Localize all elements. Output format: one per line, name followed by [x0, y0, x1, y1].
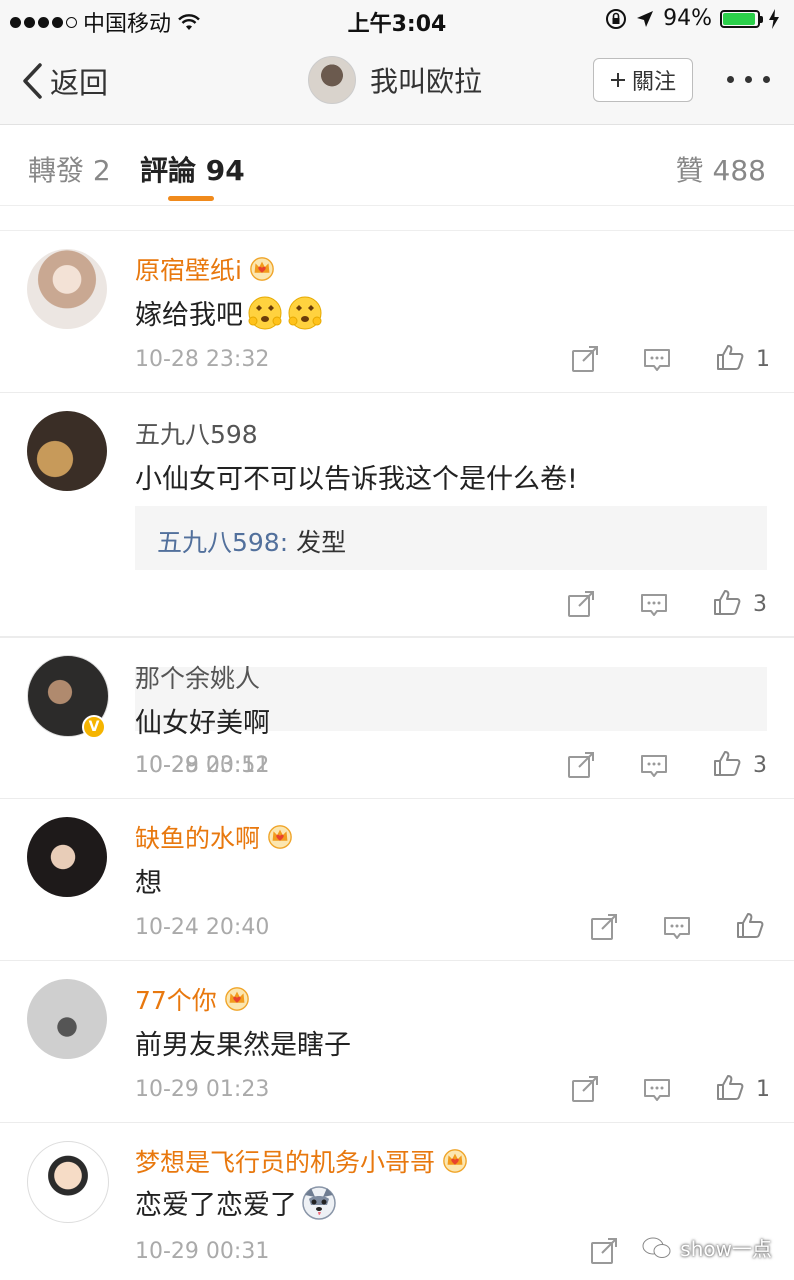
comment-author[interactable]: 五九八598	[135, 415, 258, 451]
avatar[interactable]	[27, 817, 107, 897]
comment-text: 嫁给我吧	[135, 293, 323, 332]
tab-likes[interactable]: 贊 488	[676, 149, 766, 189]
share-icon[interactable]	[590, 1237, 618, 1265]
follow-label: 關注	[631, 70, 676, 95]
back-label: 返回	[50, 66, 109, 100]
comment-text: 小仙女可不可以告诉我这个是什么卷!	[135, 464, 578, 495]
avatar[interactable]	[27, 411, 107, 491]
rotation-lock-icon	[606, 8, 627, 29]
more-options-icon[interactable]	[727, 76, 770, 83]
reply-icon[interactable]	[643, 345, 671, 373]
page-title: 我叫欧拉	[370, 65, 483, 98]
avatar[interactable]	[27, 979, 107, 1059]
husky-emoji-icon	[302, 1185, 336, 1220]
reply-icon[interactable]	[663, 913, 691, 941]
comment-time: 10-29 01:23	[135, 1077, 270, 1102]
author-name: 梦想是飞行员的机务小哥哥	[135, 1148, 436, 1177]
comment-text: 仙女好美啊	[135, 708, 270, 739]
avatar[interactable]	[27, 249, 107, 329]
like-icon[interactable]	[713, 749, 741, 777]
charging-bolt-icon	[769, 8, 779, 29]
status-bar: 中国移动 上午3:04 94%	[0, 0, 794, 40]
hug-emoji-icon	[288, 296, 322, 329]
comment-time: 10-28 23:32	[135, 347, 270, 372]
location-arrow-icon	[637, 10, 654, 27]
verified-badge: V	[82, 715, 106, 739]
reply-preview[interactable]: 五九八598: 发型	[135, 506, 767, 570]
like-count: 1	[756, 347, 770, 372]
comment-item[interactable]: 77个你 前男友果然是瞎子 10-29 01:23 1	[0, 961, 794, 1123]
reply-content: 五九八598: 发型	[157, 523, 346, 559]
comment-text: 前男友果然是瞎子	[135, 1030, 351, 1061]
vip-crown-icon	[250, 257, 274, 281]
list-top-separator	[0, 206, 794, 231]
author-name: 那个余姚人	[135, 664, 261, 693]
wechat-icon	[642, 1237, 671, 1258]
share-icon[interactable]	[571, 1075, 599, 1103]
reply-icon[interactable]	[643, 1075, 671, 1103]
comment-time: 10-29 00:31	[135, 1239, 270, 1264]
plus-icon	[610, 73, 625, 87]
comment-item[interactable]: 缺鱼的水啊 想 10-24 20:40	[0, 799, 794, 961]
battery-icon	[720, 9, 763, 28]
hug-emoji-icon	[248, 296, 282, 329]
like-count: 1	[756, 1077, 770, 1102]
like-count: 3	[753, 592, 767, 617]
like-icon[interactable]	[736, 911, 764, 939]
author-name: 缺鱼的水啊	[135, 824, 261, 853]
author-name: 五九八598	[135, 420, 258, 449]
comment-author[interactable]: 那个余姚人	[135, 659, 260, 695]
comment-author[interactable]: 77个你	[135, 981, 251, 1017]
like-icon[interactable]	[716, 1073, 744, 1101]
comment-author[interactable]: 原宿壁纸i	[135, 251, 276, 287]
watermark: show一点	[642, 1233, 772, 1262]
tab-bar: 轉發 2 評論 94 贊 488	[0, 125, 794, 206]
like-count: 3	[753, 753, 767, 778]
watermark-text: show一点	[680, 1237, 772, 1261]
comment-item[interactable]: 那个余姚人 仙女好美啊 10-28 23:51 3	[0, 637, 794, 799]
nav-user[interactable]: 我叫欧拉	[308, 56, 482, 104]
battery-percent: 94%	[663, 6, 712, 31]
comment-author[interactable]: 梦想是飞行员的机务小哥哥	[135, 1143, 469, 1179]
avatar[interactable]	[308, 56, 356, 104]
author-name: 77个你	[135, 986, 217, 1015]
comment-author[interactable]: 缺鱼的水啊	[135, 819, 294, 855]
vip-crown-icon	[224, 987, 249, 1011]
share-icon[interactable]	[590, 913, 618, 941]
vip-crown-icon	[268, 825, 292, 849]
reply-author[interactable]: 五九八598:	[157, 528, 288, 557]
share-icon[interactable]	[571, 345, 599, 373]
reply-text: 发型	[296, 528, 347, 557]
tab-comments[interactable]: 評論 94	[140, 149, 245, 189]
comment-text: 恋爱了恋爱了	[135, 1183, 337, 1222]
follow-button[interactable]: 關注	[593, 58, 693, 102]
comment-item[interactable]: 原宿壁纸i 嫁给我吧 10-28 23:32 1	[0, 231, 794, 393]
tab-repost[interactable]: 轉發 2	[28, 149, 111, 189]
reply-icon[interactable]	[640, 751, 668, 779]
like-icon[interactable]	[716, 343, 744, 371]
navigation-bar: 返回 我叫欧拉 關注	[0, 40, 794, 125]
comment-time: 10-28 23:51	[135, 753, 270, 778]
comment-list: 原宿壁纸i 嫁给我吧 10-28 23:32 1 五九八598 小仙女可不可以告…	[0, 231, 794, 778]
share-icon[interactable]	[567, 751, 595, 779]
avatar[interactable]	[27, 1141, 109, 1223]
vip-crown-icon	[443, 1149, 467, 1173]
share-icon[interactable]	[567, 590, 595, 618]
status-right: 94%	[605, 6, 780, 31]
active-tab-indicator	[168, 196, 214, 201]
back-button[interactable]: 返回	[20, 60, 108, 102]
comment-body: 恋爱了恋爱了	[135, 1190, 297, 1221]
author-name: 原宿壁纸i	[135, 256, 242, 285]
comment-text: 想	[135, 868, 162, 899]
comment-body: 嫁给我吧	[135, 300, 243, 331]
comment-time: 10-24 20:40	[135, 915, 270, 940]
chevron-left-icon	[23, 63, 42, 99]
reply-icon[interactable]	[640, 590, 668, 618]
battery-fill	[723, 12, 755, 25]
like-icon[interactable]	[713, 588, 741, 616]
